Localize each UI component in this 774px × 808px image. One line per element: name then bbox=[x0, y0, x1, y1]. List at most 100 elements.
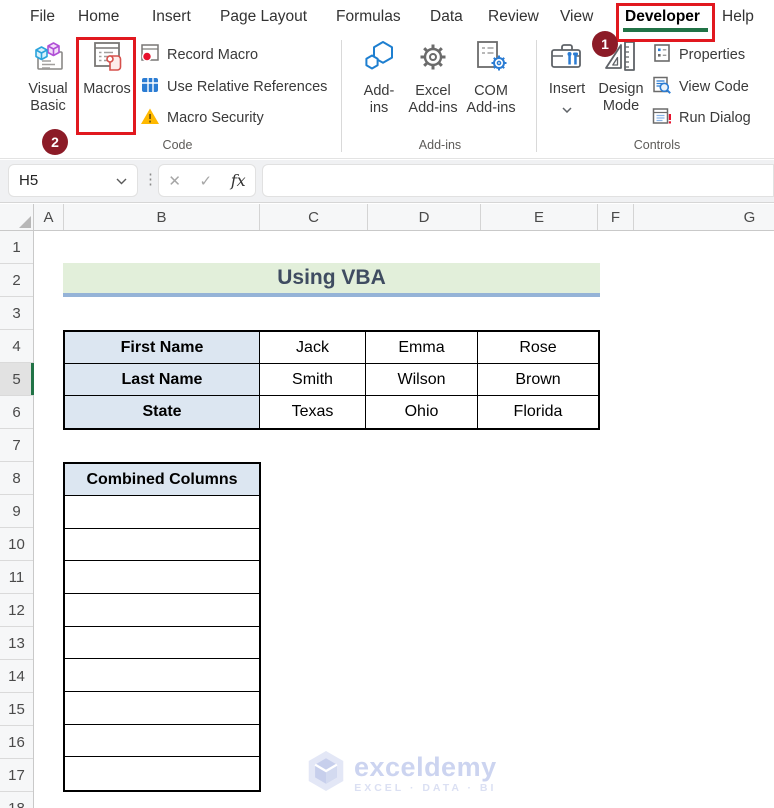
macros-button[interactable]: Macros bbox=[80, 40, 134, 98]
ribbon-divider bbox=[536, 40, 537, 152]
chevron-down-icon[interactable] bbox=[116, 172, 127, 190]
com-addins-button[interactable]: COM Add-ins bbox=[462, 40, 520, 117]
addins-group-label: Add-ins bbox=[418, 138, 462, 152]
addins-button[interactable]: Add-ins bbox=[352, 40, 406, 117]
empty-cell[interactable] bbox=[65, 561, 259, 594]
tab-home[interactable]: Home bbox=[78, 0, 119, 33]
empty-cell[interactable] bbox=[65, 529, 259, 562]
addins-label: Add-ins bbox=[363, 83, 395, 116]
visual-basic-button[interactable]: Visual Basic bbox=[20, 40, 76, 115]
table-row-header[interactable]: Last Name bbox=[65, 364, 260, 396]
tab-page-layout[interactable]: Page Layout bbox=[220, 0, 307, 33]
properties-button[interactable]: Properties bbox=[652, 43, 745, 67]
macros-icon bbox=[91, 40, 123, 77]
row-header-7[interactable]: 7 bbox=[0, 429, 33, 462]
insert-control-button[interactable]: Insert bbox=[544, 40, 590, 118]
table-cell[interactable]: Texas bbox=[260, 396, 366, 428]
run-dialog-button[interactable]: Run Dialog bbox=[652, 106, 751, 130]
empty-cell[interactable] bbox=[65, 594, 259, 627]
grip-handle-icon[interactable]: ⋮ bbox=[143, 170, 158, 188]
row-header-5-active[interactable]: 5 bbox=[0, 363, 34, 396]
row-header-18[interactable]: 18 bbox=[0, 792, 33, 808]
select-all-corner[interactable] bbox=[0, 204, 34, 230]
column-header-f[interactable]: F bbox=[598, 204, 634, 230]
table-cell[interactable]: Brown bbox=[478, 364, 598, 396]
table-cell[interactable]: Rose bbox=[478, 332, 598, 364]
developer-active-underline bbox=[623, 28, 708, 32]
table-row-header[interactable]: First Name bbox=[65, 332, 260, 364]
use-relative-references-icon bbox=[140, 75, 160, 100]
excel-window: File Home Insert Page Layout Formulas Da… bbox=[0, 0, 774, 808]
macro-security-button[interactable]: Macro Security bbox=[140, 106, 264, 130]
empty-cell[interactable] bbox=[65, 757, 259, 790]
row-header-9[interactable]: 9 bbox=[0, 495, 33, 528]
name-box[interactable]: H5 bbox=[8, 164, 138, 197]
insert-function-icon[interactable]: fx bbox=[231, 171, 246, 190]
column-header-g[interactable]: G bbox=[634, 204, 774, 230]
empty-cell[interactable] bbox=[65, 659, 259, 692]
tab-data[interactable]: Data bbox=[430, 0, 463, 33]
row-header-15[interactable]: 15 bbox=[0, 693, 33, 726]
tab-help[interactable]: Help bbox=[722, 0, 754, 33]
cancel-icon[interactable]: ✕ bbox=[168, 172, 181, 190]
worksheet-area: Using VBA First Name Jack Emma Rose Last… bbox=[34, 231, 774, 808]
insert-control-label: Insert bbox=[548, 81, 586, 97]
column-header-e[interactable]: E bbox=[481, 204, 598, 230]
row-header-16[interactable]: 16 bbox=[0, 726, 33, 759]
hexagon-addin-icon bbox=[361, 40, 397, 79]
empty-cell[interactable] bbox=[65, 627, 259, 660]
menu-bar: File Home Insert Page Layout Formulas Da… bbox=[0, 0, 774, 34]
watermark-brand: exceldemy bbox=[354, 751, 497, 782]
tab-view[interactable]: View bbox=[560, 0, 593, 33]
tab-insert[interactable]: Insert bbox=[152, 0, 191, 33]
confirm-icon[interactable]: ✓ bbox=[200, 172, 213, 190]
empty-cell[interactable] bbox=[65, 692, 259, 725]
empty-cell[interactable] bbox=[65, 725, 259, 758]
view-code-button[interactable]: View Code bbox=[652, 75, 749, 99]
row-header-6[interactable]: 6 bbox=[0, 396, 33, 429]
macros-label: Macros bbox=[83, 81, 131, 97]
row-header-4[interactable]: 4 bbox=[0, 330, 33, 363]
combined-columns-header[interactable]: Combined Columns bbox=[65, 464, 259, 496]
row-header-11[interactable]: 11 bbox=[0, 561, 33, 594]
tab-review[interactable]: Review bbox=[488, 0, 539, 33]
row-header-2[interactable]: 2 bbox=[0, 264, 33, 297]
column-header-b[interactable]: B bbox=[64, 204, 260, 230]
formula-bar: H5 ⋮ ✕ ✓ fx bbox=[0, 160, 774, 203]
column-header-a[interactable]: A bbox=[34, 204, 64, 230]
column-header-row: A B C D E F G bbox=[0, 204, 774, 231]
table-row-header[interactable]: State bbox=[65, 396, 260, 428]
com-addins-label: COM Add-ins bbox=[466, 83, 516, 116]
row-header-3[interactable]: 3 bbox=[0, 297, 33, 330]
row-header-10[interactable]: 10 bbox=[0, 528, 33, 561]
row-header-13[interactable]: 13 bbox=[0, 627, 33, 660]
magnifier-code-icon bbox=[652, 75, 672, 100]
warning-triangle-icon bbox=[140, 106, 160, 131]
use-relative-references-button[interactable]: Use Relative References bbox=[140, 75, 327, 99]
visual-basic-icon bbox=[31, 40, 65, 77]
tab-file[interactable]: File bbox=[30, 0, 55, 33]
tab-formulas[interactable]: Formulas bbox=[336, 0, 401, 33]
row-header-12[interactable]: 12 bbox=[0, 594, 33, 627]
excel-addins-button[interactable]: Excel Add-ins bbox=[404, 40, 462, 117]
empty-cell[interactable] bbox=[65, 496, 259, 529]
controls-group-label: Controls bbox=[633, 138, 681, 152]
record-macro-button[interactable]: Record Macro bbox=[140, 43, 258, 67]
table-cell[interactable]: Emma bbox=[366, 332, 478, 364]
row-header-8[interactable]: 8 bbox=[0, 462, 33, 495]
table-cell[interactable]: Jack bbox=[260, 332, 366, 364]
table-cell[interactable]: Wilson bbox=[366, 364, 478, 396]
column-header-c[interactable]: C bbox=[260, 204, 368, 230]
row-header-1[interactable]: 1 bbox=[0, 231, 33, 264]
column-header-d[interactable]: D bbox=[368, 204, 481, 230]
row-header-14[interactable]: 14 bbox=[0, 660, 33, 693]
excel-addins-label: Excel Add-ins bbox=[408, 83, 458, 116]
row-header-17[interactable]: 17 bbox=[0, 759, 33, 792]
name-box-value: H5 bbox=[19, 172, 39, 189]
formula-input[interactable] bbox=[262, 164, 774, 197]
table-cell[interactable]: Florida bbox=[478, 396, 598, 428]
run-dialog-label: Run Dialog bbox=[679, 110, 751, 126]
watermark-tagline: EXCEL · DATA · BI bbox=[354, 781, 497, 794]
table-cell[interactable]: Ohio bbox=[366, 396, 478, 428]
table-cell[interactable]: Smith bbox=[260, 364, 366, 396]
